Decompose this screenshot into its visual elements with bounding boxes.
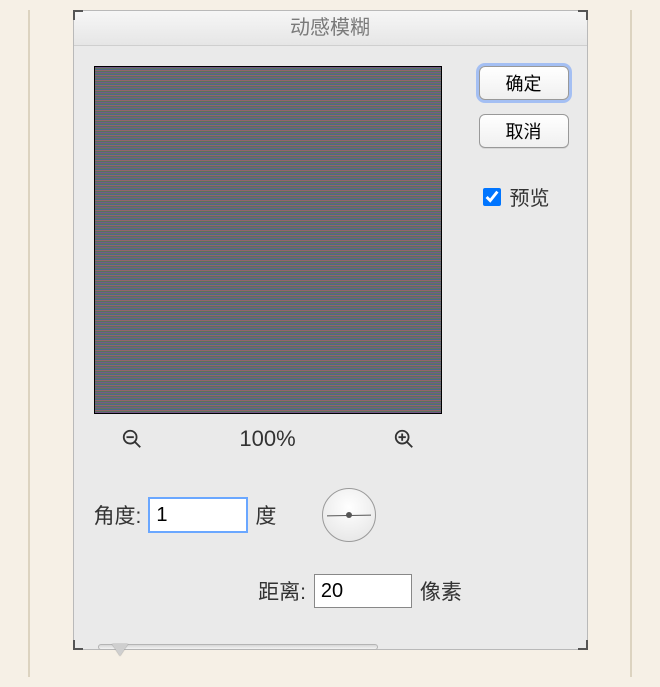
preview-checkbox-input[interactable] bbox=[483, 188, 501, 206]
dialog-title: 动感模糊 bbox=[74, 11, 587, 46]
right-divider bbox=[630, 10, 632, 677]
zoom-level-label: 100% bbox=[239, 426, 295, 452]
zoom-in-icon[interactable] bbox=[392, 427, 416, 451]
distance-unit: 像素 bbox=[420, 576, 462, 606]
zoom-out-icon[interactable] bbox=[120, 427, 144, 451]
angle-label: 角度: bbox=[94, 500, 142, 530]
cancel-button[interactable]: 取消 bbox=[479, 114, 569, 148]
motion-blur-dialog: 动感模糊 100% bbox=[73, 10, 588, 650]
preview-checkbox[interactable]: 预览 bbox=[479, 182, 569, 211]
distance-input[interactable] bbox=[314, 574, 412, 608]
ok-button[interactable]: 确定 bbox=[479, 66, 569, 100]
distance-slider[interactable] bbox=[98, 640, 378, 654]
slider-track bbox=[98, 644, 378, 650]
preview-checkbox-label: 预览 bbox=[510, 182, 550, 211]
corner-mark bbox=[73, 10, 83, 20]
effect-preview[interactable] bbox=[94, 66, 442, 414]
preview-noise bbox=[95, 67, 441, 413]
corner-mark bbox=[578, 10, 588, 20]
distance-label: 距离: bbox=[258, 576, 306, 606]
angle-input[interactable] bbox=[149, 498, 247, 532]
angle-dial-pivot bbox=[346, 512, 352, 518]
slider-thumb[interactable] bbox=[112, 644, 128, 656]
angle-unit: 度 bbox=[255, 500, 276, 530]
left-divider bbox=[28, 10, 30, 677]
angle-dial[interactable] bbox=[322, 488, 376, 542]
